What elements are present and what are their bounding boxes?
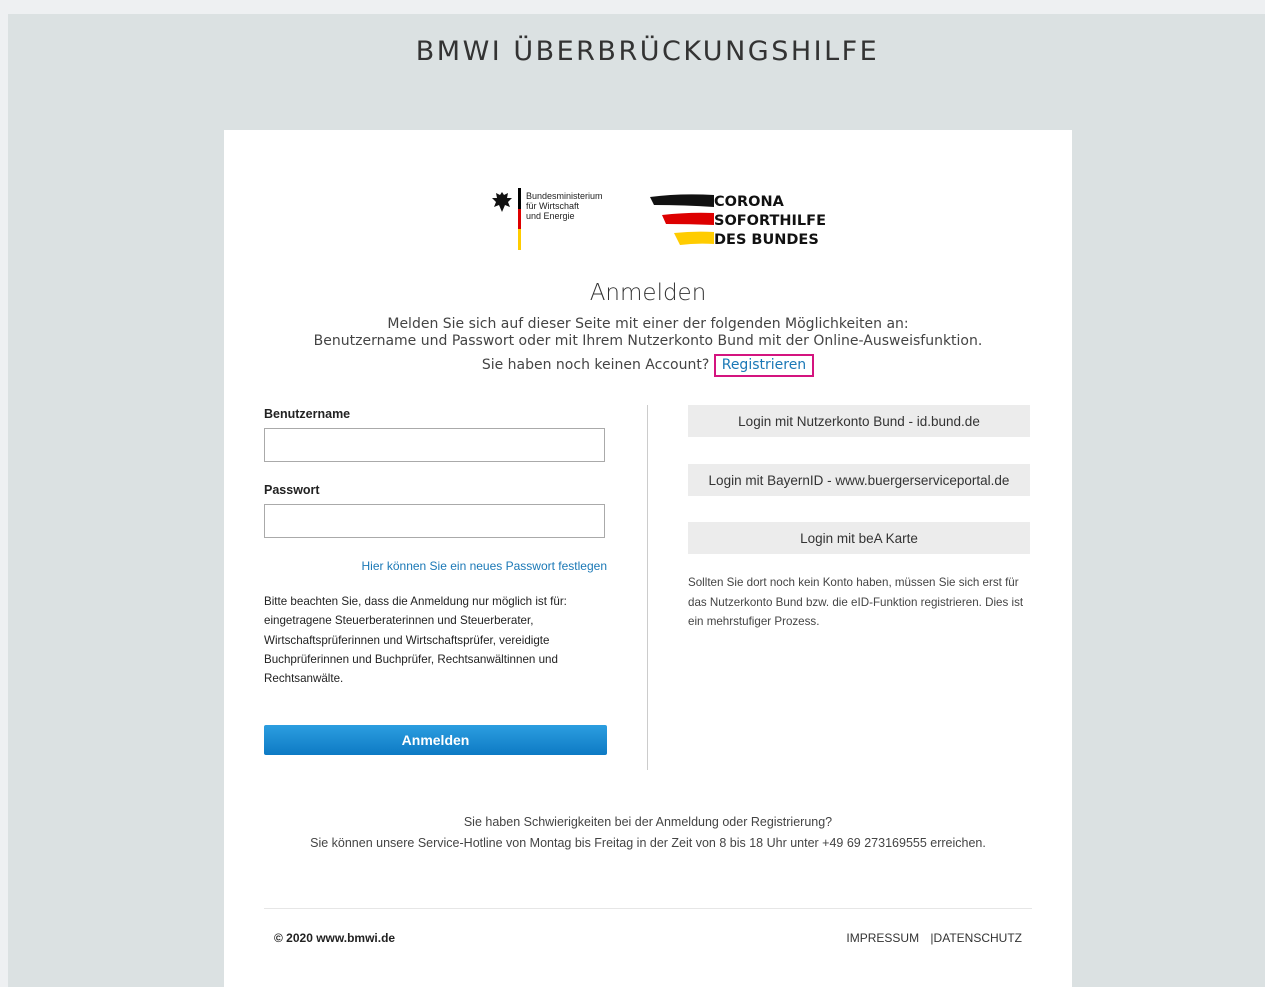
intro-line-1: Melden Sie sich auf dieser Seite mit ein… (387, 316, 909, 332)
footer-links: IMPRESSUM |DATENSCHUTZ (846, 931, 1022, 945)
flag-bar (518, 188, 521, 250)
login-submit-button[interactable]: Anmelden (264, 725, 607, 755)
login-nutzerkonto-bund-button[interactable]: Login mit Nutzerkonto Bund - id.bund.de (688, 405, 1030, 437)
federal-eagle-icon (492, 192, 512, 212)
register-link[interactable]: Registrieren (713, 354, 815, 377)
corona-line-3: DES BUNDES (714, 232, 819, 248)
footer-copyright: © 2020 www.bmwi.de (274, 931, 396, 945)
corona-line-2: SOFORTHILFE (714, 213, 826, 229)
no-account-text: Sie haben noch keinen Account? (481, 357, 710, 373)
username-label: Benutzername (264, 407, 351, 421)
login-intro: Melden Sie sich auf dieser Seite mit ein… (224, 316, 1072, 350)
login-bea-karte-button[interactable]: Login mit beA Karte (688, 522, 1030, 554)
login-heading: Anmelden (589, 280, 707, 306)
intro-line-2: Benutzername und Passwort oder mit Ihrem… (313, 333, 983, 349)
login-card: Bundesministerium für Wirtschaft und Ene… (224, 130, 1072, 987)
column-divider (647, 405, 648, 770)
impressum-link[interactable]: IMPRESSUM (846, 931, 919, 945)
username-input[interactable] (264, 428, 605, 462)
corona-line-1: CORONA (714, 194, 784, 210)
bmwi-logo: Bundesministerium für Wirtschaft und Ene… (490, 188, 630, 252)
no-account-row: Sie haben noch keinen Account? Registrie… (224, 354, 1072, 377)
corona-soforthilfe-logo: CORONA SOFORTHILFE DES BUNDES (650, 193, 840, 249)
footer-divider (264, 908, 1032, 909)
support-info: Sie haben Schwierigkeiten bei der Anmeld… (224, 812, 1072, 854)
corona-logo-text: CORONA SOFORTHILFE DES BUNDES (714, 193, 826, 250)
login-bayernid-button[interactable]: Login mit BayernID - www.buergerservicep… (688, 464, 1030, 496)
support-line-2: Sie können unsere Service-Hotline von Mo… (310, 836, 986, 850)
eligibility-notice: Bitte beachten Sie, dass die Anmeldung n… (264, 595, 567, 686)
site-title: BMWI ÜBERBRÜCKUNGSHILFE (415, 36, 880, 67)
forgot-password-link[interactable]: Hier können Sie ein neues Passwort festl… (264, 559, 607, 573)
support-line-1: Sie haben Schwierigkeiten bei der Anmeld… (463, 815, 833, 829)
ministry-name: Bundesministerium für Wirtschaft und Ene… (526, 191, 603, 221)
datenschutz-link[interactable]: DATENSCHUTZ (934, 931, 1022, 945)
external-login-note: Sollten Sie dort noch kein Konto haben, … (688, 576, 1024, 628)
password-input[interactable] (264, 504, 605, 538)
password-label: Passwort (264, 483, 320, 497)
